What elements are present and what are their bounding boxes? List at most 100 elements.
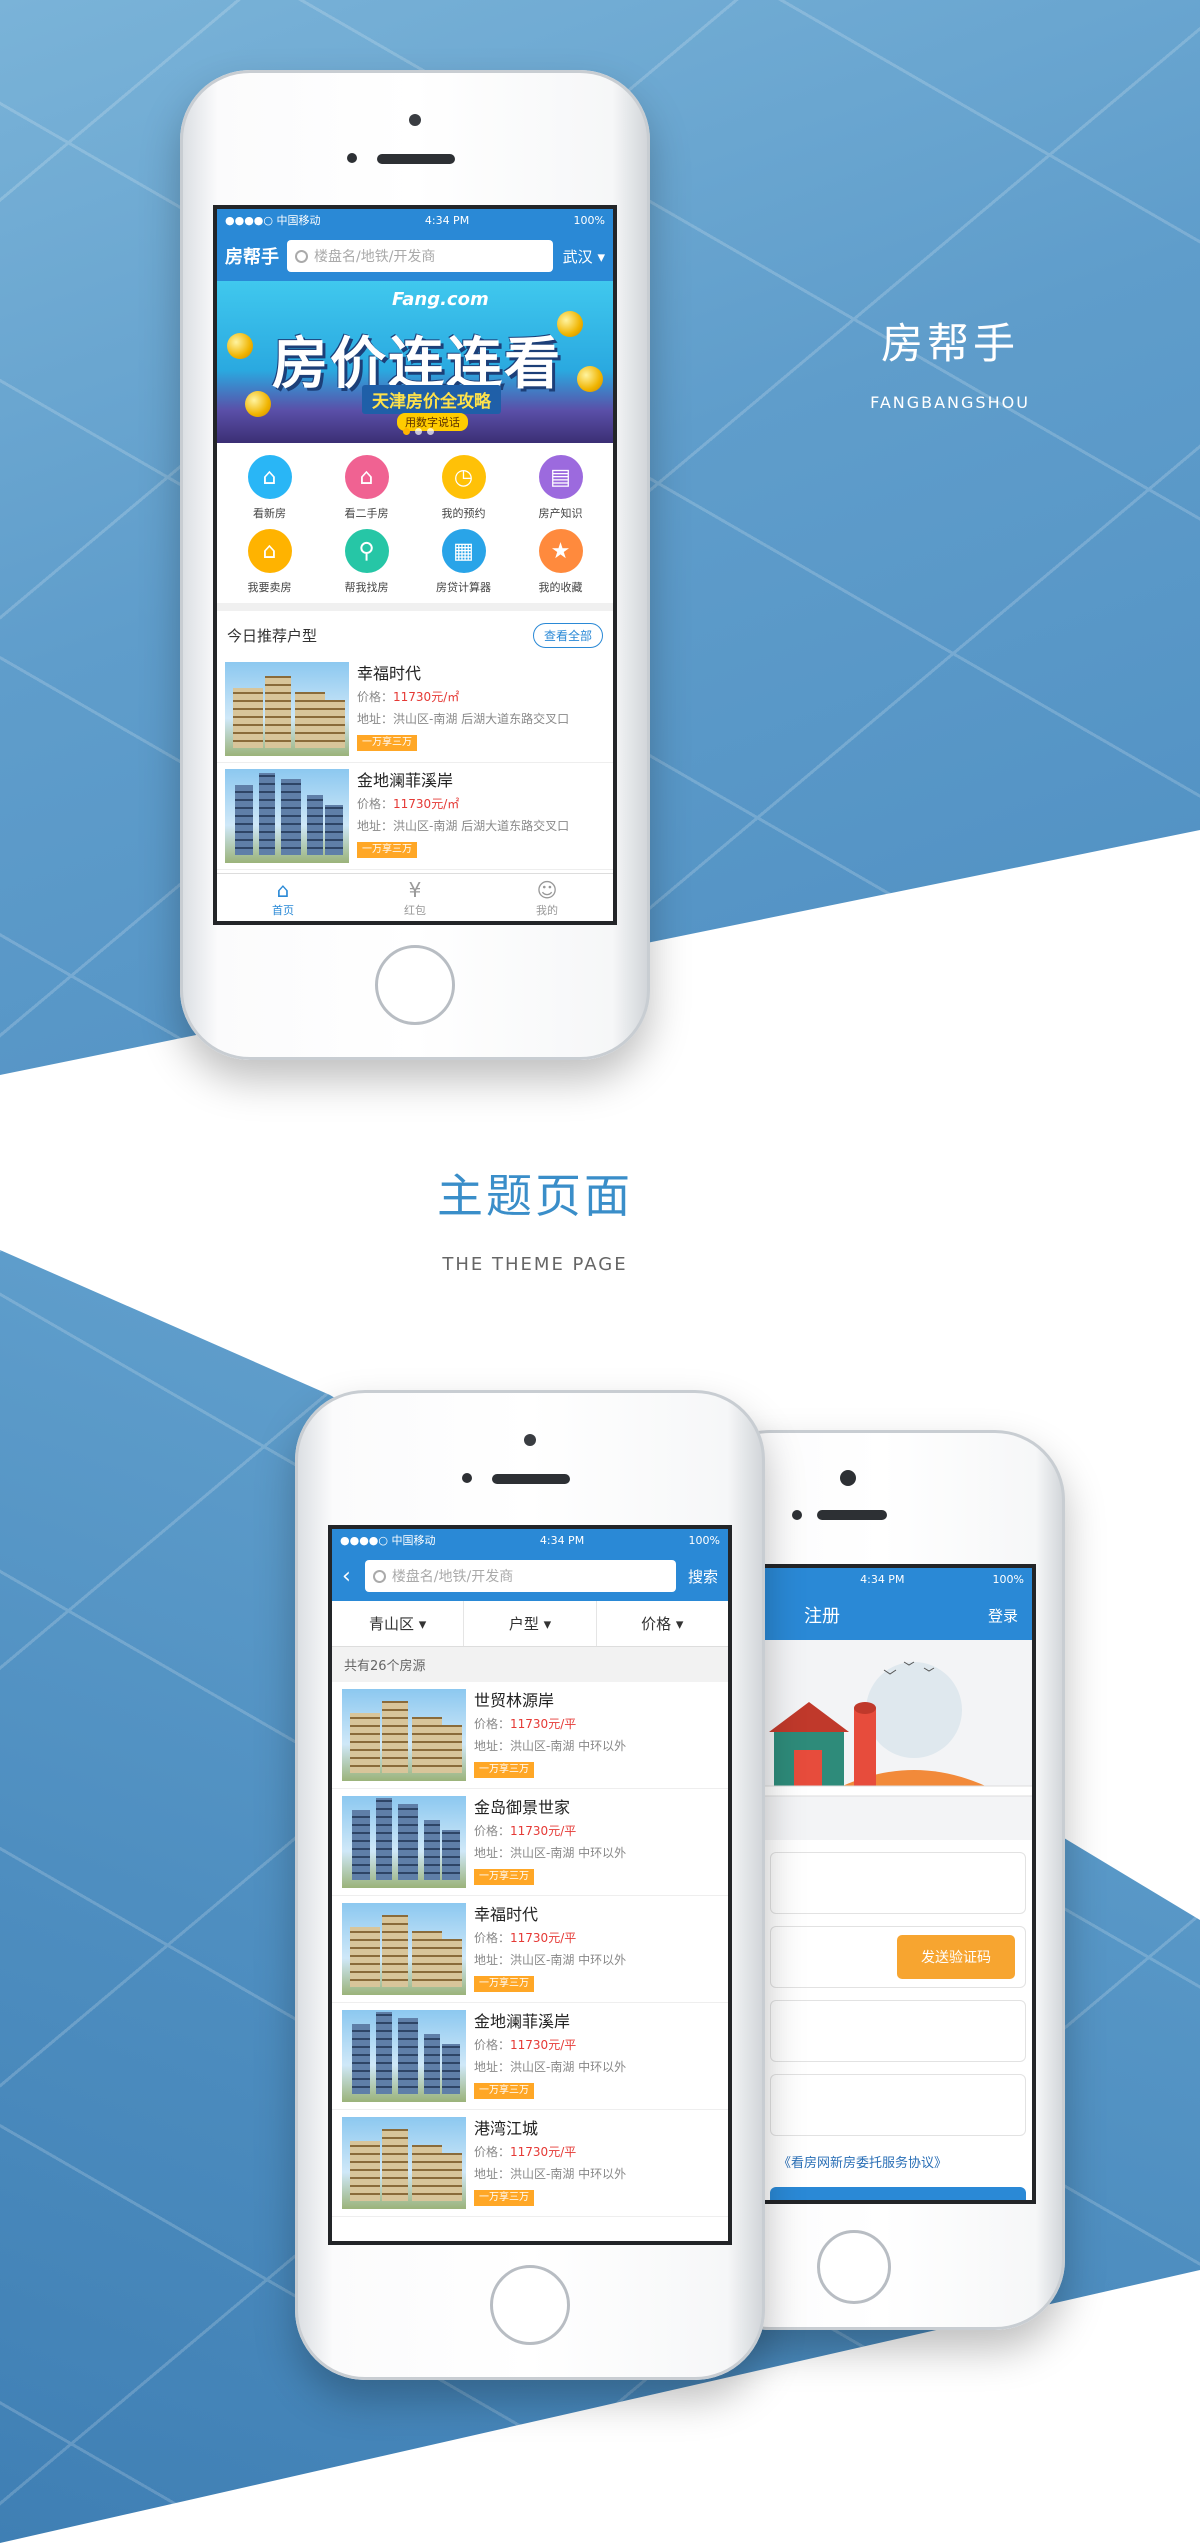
speaker <box>492 1474 570 1484</box>
address-label: 地址： <box>474 2167 511 2181</box>
promo-badge: 一万享三万 <box>474 1976 534 1992</box>
alarm-clock-icon: ◷ <box>441 455 486 499</box>
sell-house-icon: ⌂ <box>247 529 292 573</box>
grid-item-7[interactable]: ★ 我的收藏 <box>512 529 609 595</box>
price-label: 价格： <box>474 1931 511 1945</box>
status-bar: ●●●●○ 中国移动 4:34 PM 100% <box>332 1529 728 1551</box>
listing-info: 金地澜菲溪岸 价格：11730元/平 地址：洪山区-南湖 中环以外 一万享三万 <box>466 2010 626 2102</box>
speaker <box>377 154 455 164</box>
listing-item[interactable]: 金地澜菲溪岸 价格：11730元/平 地址：洪山区-南湖 中环以外 一万享三万 <box>332 2003 728 2110</box>
listing-name: 世贸林源岸 <box>474 1691 555 1710</box>
confirm-password-field[interactable] <box>770 2074 1026 2136</box>
search-input[interactable]: 楼盘名/地铁/开发商 <box>287 240 553 272</box>
grid-item-1[interactable]: ⌂ 看二手房 <box>318 455 415 521</box>
listing-item[interactable]: 港湾江城 价格：11730元/平 地址：洪山区-南湖 中环以外 一万享三万 <box>332 2110 728 2217</box>
tab-0[interactable]: ⌂ 首页 <box>217 874 349 921</box>
tab-label: 首页 <box>272 904 294 917</box>
listing-item[interactable]: 金岛御景世家 价格：11730元/平 地址：洪山区-南湖 中环以外 一万享三万 <box>332 1789 728 1896</box>
grid-item-0[interactable]: ⌂ 看新房 <box>221 455 318 521</box>
filter-price[interactable]: 价格 ▾ <box>597 1601 728 1646</box>
brand-title-cn: 房帮手 <box>880 319 1019 368</box>
building-photo <box>342 2010 466 2102</box>
register-submit-button[interactable] <box>770 2187 1026 2200</box>
grid-item-2[interactable]: ◷ 我的预约 <box>415 455 512 521</box>
login-button[interactable]: 登录 <box>988 1605 1018 1626</box>
grid-item-6[interactable]: ▦ 房贷计算器 <box>415 529 512 595</box>
listing-item[interactable]: 世贸林源岸 价格：11730元/平 地址：洪山区-南湖 中环以外 一万享三万 <box>332 1682 728 1789</box>
register-nav-bar: 注册 登录 <box>764 1590 1032 1640</box>
listing-address-row: 地址：洪山区-南湖 中环以外 <box>474 1949 626 1971</box>
section-title: 主题页面 THE THEME PAGE <box>380 1160 690 1275</box>
home-button[interactable] <box>375 945 455 1025</box>
tab-2[interactable]: ☺ 我的 <box>481 874 613 921</box>
register-title: 注册 <box>804 1606 840 1627</box>
listing-price-row: 价格：11730元/平 <box>474 1927 626 1949</box>
clock: 4:34 PM <box>424 213 470 227</box>
recommend-list: 幸福时代 价格：11730元/㎡ 地址：洪山区-南湖 后湖大道东路交叉口 一万享三万金… <box>217 656 613 870</box>
carousel-dots[interactable] <box>403 428 434 435</box>
speaker <box>817 1510 887 1520</box>
grid-item-5[interactable]: ⚲ 帮我找房 <box>318 529 415 595</box>
front-camera <box>840 1470 856 1486</box>
listing-item[interactable]: 金地澜菲溪岸 价格：11730元/㎡ 地址：洪山区-南湖 后湖大道东路交叉口 一万享三… <box>217 763 613 870</box>
listing-name: 金岛御景世家 <box>474 1798 571 1817</box>
clock: 4:34 PM <box>860 1572 905 1586</box>
red-envelope-icon: ¥ <box>408 878 422 902</box>
address-label: 地址： <box>357 819 394 833</box>
home-button[interactable] <box>817 2230 891 2304</box>
listing-info: 世贸林源岸 价格：11730元/平 地址：洪山区-南湖 中环以外 一万享三万 <box>466 1689 626 1781</box>
user-icon: ☺ <box>536 878 558 902</box>
listing-address: 洪山区-南湖 后湖大道东路交叉口 <box>393 712 570 726</box>
home-tab-icon: ⌂ <box>276 878 290 902</box>
search-icon <box>372 1569 386 1583</box>
chevron-down-icon: ▾ <box>597 247 605 266</box>
listing-address-row: 地址：洪山区-南湖 中环以外 <box>474 2163 626 2185</box>
listing-name: 幸福时代 <box>474 1905 539 1924</box>
back-arrow-icon[interactable]: ‹ <box>342 1564 351 1589</box>
section-title-en: THE THEME PAGE <box>442 1254 628 1275</box>
search-input[interactable]: 楼盘名/地铁/开发商 <box>364 1560 676 1592</box>
grid-item-label: 房贷计算器 <box>436 581 491 594</box>
listing-info: 幸福时代 价格：11730元/㎡ 地址：洪山区-南湖 后湖大道东路交叉口 一万享三万 <box>349 662 569 756</box>
phone-number-field[interactable] <box>770 1852 1026 1914</box>
listing-item[interactable]: 幸福时代价格：11730元/平 地址：洪山区-南湖 中环以外一万享三万 <box>332 1896 728 2003</box>
tab-label: 红包 <box>404 904 426 917</box>
filter-layout[interactable]: 户型 ▾ <box>464 1601 597 1646</box>
listing-address: 洪山区-南湖 中环以外 <box>510 2060 627 2074</box>
listing-price: 11730元/㎡ <box>393 690 460 704</box>
price-label: 价格： <box>474 1824 511 1838</box>
view-all-button[interactable]: 查看全部 <box>532 623 603 648</box>
promo-banner[interactable]: Fang.com 房价连连看 天津房价全攻略 用数字说话 <box>217 281 613 443</box>
home-screen: ●●●●○ 中国移动 4:34 PM 100% 房帮手 楼盘名/地铁/开发商 武… <box>213 205 617 925</box>
verify-code-field[interactable]: 发送验证码 <box>770 1926 1026 1988</box>
coin-icon <box>577 366 603 392</box>
price-label: 价格： <box>474 1717 511 1731</box>
address-label: 地址： <box>357 712 394 726</box>
grid-item-3[interactable]: ▤ 房产知识 <box>512 455 609 521</box>
grid-item-label: 我要卖房 <box>247 581 292 594</box>
earpiece-dot <box>792 1510 802 1520</box>
listing-address-row: 地址：洪山区-南湖 中环以外 <box>474 1735 626 1757</box>
listing-price-row: 价格：11730元/平 <box>474 1713 626 1735</box>
home-button[interactable] <box>490 2265 570 2345</box>
listing-price-row: 价格：11730元/㎡ <box>357 793 569 815</box>
agreement-link[interactable]: 《看房网新房委托服务协议》 <box>770 2136 1026 2171</box>
city-selector[interactable]: 武汉 ▾ <box>563 246 605 267</box>
listing-address-row: 地址：洪山区-南湖 中环以外 <box>474 2056 626 2078</box>
app-logo: 房帮手 <box>225 247 279 268</box>
filter-district[interactable]: 青山区 ▾ <box>332 1601 465 1646</box>
phone-list: ●●●●○ 中国移动 4:34 PM 100% ‹ 楼盘名/地铁/开发商 搜索 … <box>295 1390 765 2380</box>
address-label: 地址： <box>474 1739 511 1753</box>
search-button[interactable]: 搜索 <box>688 1566 718 1587</box>
brand-title: 房帮手 FANGBANGSHOU <box>830 310 1070 412</box>
banner-brand: Fang.com <box>392 289 489 310</box>
password-field[interactable] <box>770 2000 1026 2062</box>
brand-title-en: FANGBANGSHOU <box>870 393 1030 412</box>
listing-price: 11730元/㎡ <box>393 797 460 811</box>
promo-badge: 一万享三万 <box>357 735 417 751</box>
grid-item-4[interactable]: ⌂ 我要卖房 <box>221 529 318 595</box>
listing-item[interactable]: 幸福时代 价格：11730元/㎡ 地址：洪山区-南湖 后湖大道东路交叉口 一万享三万 <box>217 656 613 763</box>
tab-1[interactable]: ¥ 红包 <box>349 874 481 921</box>
listing-price: 11730元/平 <box>510 2038 577 2052</box>
send-code-button[interactable]: 发送验证码 <box>897 1935 1015 1979</box>
